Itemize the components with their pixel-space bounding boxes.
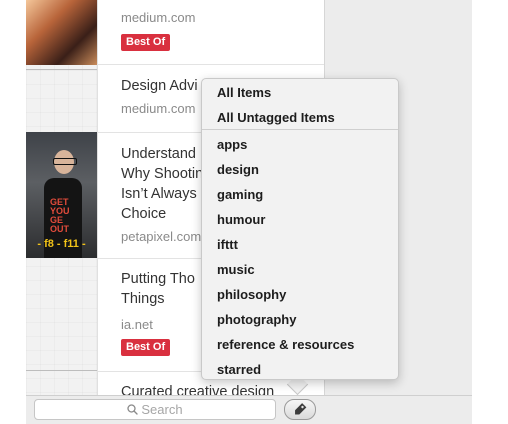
search-placeholder: Search	[35, 402, 275, 417]
menu-item-tag[interactable]: design	[217, 162, 259, 177]
item-source: medium.com	[121, 10, 196, 25]
menu-item-tag[interactable]: reference & resources	[217, 337, 354, 352]
search-input[interactable]: Search	[34, 399, 276, 420]
item-title: Understand Why Shootin Isn’t Always Choi…	[121, 146, 204, 222]
article-thumbnail: GET YOU GE OUT - f8 - f11 -	[26, 132, 97, 258]
item-title: Design Advi	[121, 78, 198, 94]
menu-item-tag[interactable]: photography	[217, 312, 296, 327]
tags-button[interactable]	[284, 399, 316, 420]
divider	[26, 69, 97, 70]
menu-item-all-items[interactable]: All Items	[217, 85, 271, 100]
magnifier-icon	[127, 404, 139, 415]
item-source: medium.com	[121, 101, 196, 116]
menu-item-tag[interactable]: philosophy	[217, 287, 286, 302]
divider	[26, 370, 97, 371]
tags-popup-menu: All Items All Untagged Items apps design…	[201, 78, 399, 380]
item-title: Putting Tho Things	[121, 271, 195, 307]
bottom-toolbar: Search	[26, 395, 472, 424]
item-source: ia.net	[121, 317, 153, 332]
menu-item-tag[interactable]: music	[217, 262, 255, 277]
best-of-badge: Best Of	[121, 339, 171, 356]
shirt-text: GET YOU GE OUT	[50, 197, 70, 234]
menu-item-tag[interactable]: ifttt	[217, 237, 238, 252]
item-title: Curated creative design	[121, 384, 275, 395]
menu-item-tag[interactable]: apps	[217, 137, 247, 152]
thumbnail-strip-text: - f8 - f11 -	[37, 238, 86, 250]
thumbnail-column: GET YOU GE OUT - f8 - f11 -	[26, 0, 98, 395]
tag-icon	[295, 403, 307, 415]
item-source: petapixel.com	[121, 229, 202, 244]
article-thumbnail	[26, 0, 97, 65]
search-label: Search	[141, 402, 183, 417]
menu-item-tag[interactable]: humour	[217, 212, 265, 227]
menu-item-all-untagged[interactable]: All Untagged Items	[217, 110, 335, 125]
best-of-badge: Best Of	[121, 34, 171, 51]
menu-separator	[202, 129, 398, 130]
menu-item-tag[interactable]: gaming	[217, 187, 263, 202]
menu-item-tag[interactable]: starred	[217, 362, 261, 377]
list-item[interactable]: medium.com Best Of	[97, 0, 324, 65]
